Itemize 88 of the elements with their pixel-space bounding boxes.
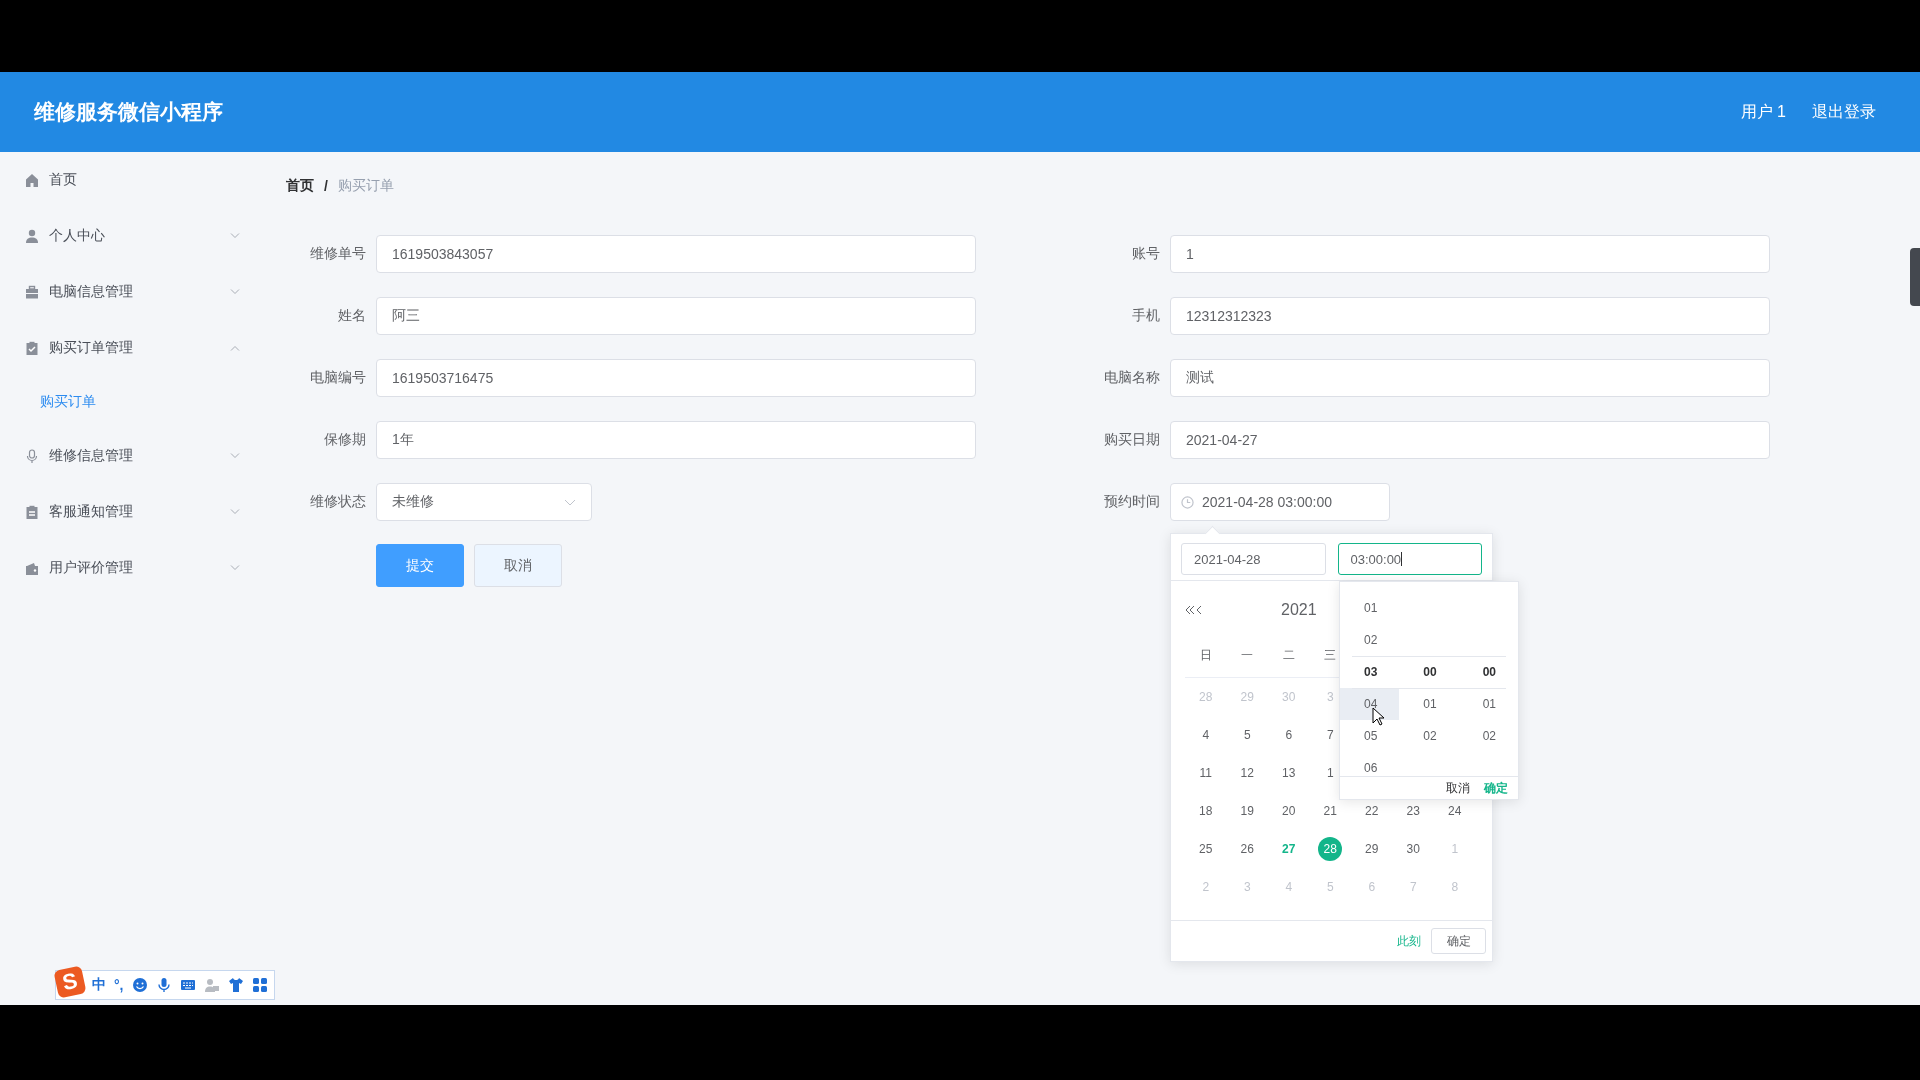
input-field[interactable]: 12312312323 xyxy=(1170,297,1770,335)
logout-link[interactable]: 退出登录 xyxy=(1812,101,1876,123)
sidebar-item[interactable]: 个人中心 xyxy=(0,208,270,264)
calendar-day[interactable]: 24 xyxy=(1442,799,1467,823)
weekday-label: 一 xyxy=(1226,633,1268,678)
calendar-day[interactable]: 20 xyxy=(1276,799,1301,823)
clipboard-check-icon xyxy=(25,340,39,356)
field-label: 账号 xyxy=(1131,245,1160,263)
sidebar-item[interactable]: 首页 xyxy=(0,152,270,208)
user-icon xyxy=(25,228,39,244)
time-option[interactable]: 01 xyxy=(1340,592,1400,624)
input-field[interactable]: 1619503716475 xyxy=(376,359,976,397)
field-label: 保修期 xyxy=(323,431,366,449)
calendar-day[interactable]: 12 xyxy=(1235,761,1260,785)
calendar-day[interactable]: 23 xyxy=(1401,799,1426,823)
sidebar-subitem[interactable]: 购买订单 xyxy=(0,376,270,428)
app-title: 维修服务微信小程序 xyxy=(34,99,224,125)
mouse-cursor-icon xyxy=(1372,707,1384,726)
field-label: 购买日期 xyxy=(1103,431,1160,449)
sidebar-item[interactable]: 电脑信息管理 xyxy=(0,264,270,320)
emoji-icon[interactable] xyxy=(131,977,148,993)
calendar-day[interactable]: 7 xyxy=(1318,723,1343,747)
time-option[interactable]: 00 xyxy=(1458,656,1518,688)
punctuation-toggle[interactable]: °, xyxy=(114,977,124,993)
microphone-icon xyxy=(25,448,39,464)
calendar-day[interactable]: 29 xyxy=(1359,837,1384,861)
user-name-link[interactable]: 用户 1 xyxy=(1740,101,1786,123)
input-mode-toggle[interactable]: 中 xyxy=(92,976,106,994)
home-icon xyxy=(25,172,39,188)
calendar-day[interactable]: 22 xyxy=(1359,799,1384,823)
calendar-day[interactable]: 26 xyxy=(1235,837,1260,861)
sidebar-item[interactable]: 购买订单管理 xyxy=(0,320,270,376)
sidebar-item[interactable]: 维修信息管理 xyxy=(0,428,270,484)
status-select[interactable]: 未维修 xyxy=(376,483,592,521)
field-label: 电脑编号 xyxy=(309,369,366,387)
time-option[interactable]: 06 xyxy=(1340,752,1400,776)
shirt-icon[interactable] xyxy=(227,977,244,993)
breadcrumb-link[interactable]: 首页 xyxy=(286,177,314,195)
keyboard-icon[interactable] xyxy=(179,977,196,993)
time-option[interactable]: 00 xyxy=(1399,656,1459,688)
month-header: 2021 xyxy=(1281,601,1317,619)
calendar-day[interactable]: 25 xyxy=(1193,837,1218,861)
field-label: 预约时间 xyxy=(1103,493,1160,511)
datetime-field[interactable]: 2021-04-28 03:00:00 xyxy=(1170,483,1390,521)
field-label: 手机 xyxy=(1131,307,1160,325)
input-field[interactable]: 阿三 xyxy=(376,297,976,335)
microphone-icon[interactable] xyxy=(155,977,172,993)
calendar-day[interactable]: 30 xyxy=(1401,837,1426,861)
cancel-button[interactable]: 取消 xyxy=(1446,780,1470,797)
input-field[interactable]: 1年 xyxy=(376,421,976,459)
breadcrumb-separator: / xyxy=(324,178,328,194)
calendar-day[interactable]: 21 xyxy=(1318,799,1343,823)
date-input[interactable]: 2021-04-28 xyxy=(1181,543,1326,575)
clock-icon xyxy=(1181,495,1194,509)
time-option[interactable]: 01 xyxy=(1399,688,1459,720)
briefcase-icon xyxy=(25,284,39,300)
input-field[interactable]: 1619503843057 xyxy=(376,235,976,273)
wallet-icon xyxy=(25,560,39,576)
time-option[interactable]: 01 xyxy=(1458,688,1518,720)
confirm-button[interactable]: 确定 xyxy=(1431,928,1486,954)
input-field[interactable]: 测试 xyxy=(1170,359,1770,397)
time-input[interactable]: 03:00:00 xyxy=(1337,543,1482,575)
field-label: 电脑名称 xyxy=(1103,369,1160,387)
weekday-label: 二 xyxy=(1268,633,1310,678)
calendar-day[interactable]: 13 xyxy=(1276,761,1301,785)
sidebar-item[interactable]: 用户评价管理 xyxy=(0,540,270,596)
time-option[interactable]: 02 xyxy=(1399,720,1459,752)
calendar-day[interactable]: 19 xyxy=(1235,799,1260,823)
calendar-day[interactable]: 4 xyxy=(1193,723,1218,747)
field-label: 维修状态 xyxy=(309,493,366,511)
time-option[interactable]: 05 xyxy=(1340,720,1400,752)
sidebar-item[interactable]: 客服通知管理 xyxy=(0,484,270,540)
cancel-button[interactable]: 取消 xyxy=(474,544,562,587)
weekday-label: 日 xyxy=(1185,633,1227,678)
calendar-day[interactable]: 11 xyxy=(1193,761,1218,785)
side-panel-handle[interactable] xyxy=(1910,248,1920,306)
input-field[interactable]: 1 xyxy=(1170,235,1770,273)
field-label: 姓名 xyxy=(337,307,366,325)
calendar-day[interactable]: 18 xyxy=(1193,799,1218,823)
calendar-day[interactable]: 1 xyxy=(1318,761,1343,785)
input-field[interactable]: 2021-04-27 xyxy=(1170,421,1770,459)
calendar-day[interactable]: 6 xyxy=(1276,723,1301,747)
grid-icon[interactable] xyxy=(251,977,268,993)
clipboard-icon xyxy=(25,504,39,520)
time-option[interactable]: 02 xyxy=(1458,720,1518,752)
calendar-day[interactable]: 5 xyxy=(1235,723,1260,747)
chevron-down-icon xyxy=(564,498,576,506)
field-label: 维修单号 xyxy=(309,245,366,263)
